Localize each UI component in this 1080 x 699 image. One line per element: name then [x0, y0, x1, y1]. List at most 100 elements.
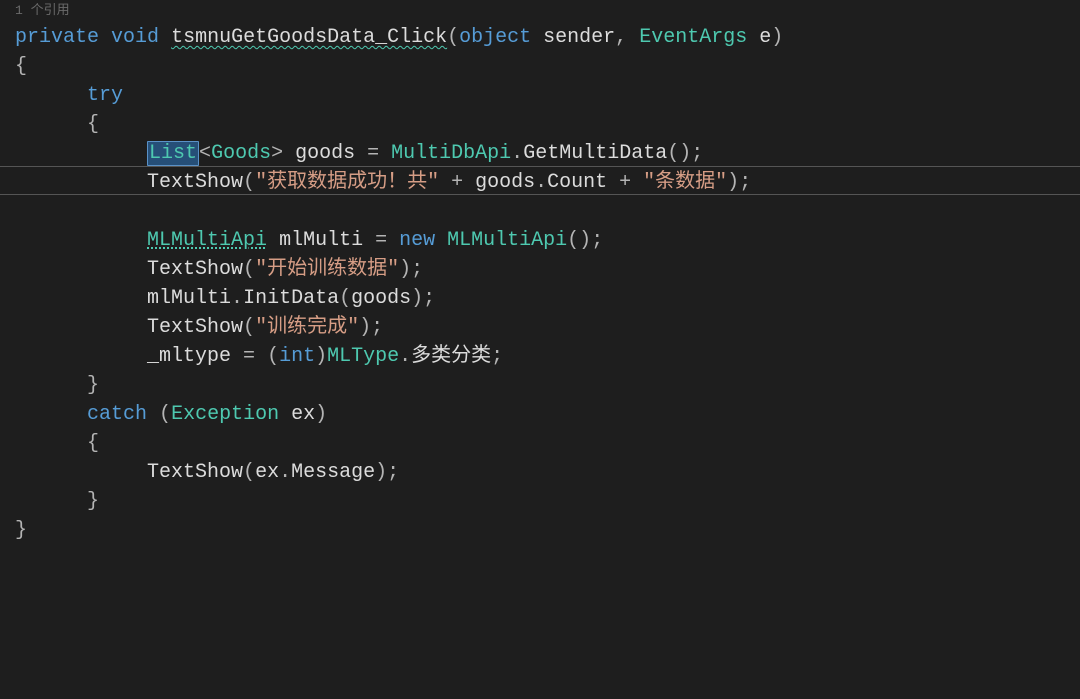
keyword-object: object	[459, 26, 531, 49]
var-mlmulti: mlMulti	[279, 229, 363, 252]
var-mlmulti: mlMulti	[147, 287, 231, 310]
keyword-int: int	[279, 345, 315, 368]
type-goods: Goods	[211, 142, 271, 165]
lt: <	[199, 142, 211, 165]
code-line[interactable]: mlMulti.InitData(goods);	[15, 284, 1080, 313]
keyword-try: try	[87, 84, 123, 107]
string-literal: "获取数据成功！共"	[255, 171, 439, 194]
equals: =	[363, 229, 399, 252]
param-e: e	[759, 26, 771, 49]
code-line[interactable]: _mltype = (int)MLType.多类分类;	[15, 342, 1080, 371]
code-line[interactable]: {	[15, 52, 1080, 81]
code-line[interactable]: TextShow(ex.Message);	[15, 458, 1080, 487]
semi: ;	[491, 345, 503, 368]
paren-open: (	[243, 171, 255, 194]
type-multidbapi: MultiDbApi	[391, 142, 511, 165]
semi: ;	[387, 461, 399, 484]
paren-close: )	[315, 345, 327, 368]
method-initdata: InitData	[243, 287, 339, 310]
parens: ()	[667, 142, 691, 165]
brace-open: {	[15, 55, 27, 78]
keyword-void: void	[111, 26, 159, 49]
keyword-catch: catch	[87, 403, 147, 426]
semi: ;	[423, 287, 435, 310]
method-textshow: TextShow	[147, 171, 243, 194]
paren-close: )	[315, 403, 327, 426]
keyword-private: private	[15, 26, 99, 49]
semi: ;	[371, 316, 383, 339]
prop-message: Message	[291, 461, 375, 484]
var-goods: goods	[475, 171, 535, 194]
semi: ;	[591, 229, 603, 252]
var-goods: goods	[295, 142, 355, 165]
paren-open: (	[243, 461, 255, 484]
type-list: List	[149, 142, 197, 165]
method-textshow: TextShow	[147, 461, 243, 484]
parens: ()	[567, 229, 591, 252]
paren-close: )	[771, 26, 783, 49]
code-editor[interactable]: private void tsmnuGetGoodsData_Click(obj…	[0, 21, 1080, 545]
code-line[interactable]: {	[15, 429, 1080, 458]
code-line[interactable]: TextShow("开始训练数据");	[15, 255, 1080, 284]
semi: ;	[411, 258, 423, 281]
keyword-new: new	[399, 229, 435, 252]
type-mltype: MLType	[327, 345, 399, 368]
type-mlmultiapi: MLMultiApi	[447, 229, 567, 252]
paren-open: (	[243, 316, 255, 339]
dot: .	[399, 345, 411, 368]
code-line[interactable]: MLMultiApi mlMulti = new MLMultiApi();	[15, 226, 1080, 255]
method-name: tsmnuGetGoodsData_Click	[171, 26, 447, 49]
prop-count: Count	[547, 171, 607, 194]
plus: +	[439, 171, 475, 194]
paren-open: (	[159, 403, 171, 426]
string-literal: "开始训练数据"	[255, 258, 399, 281]
paren-open: (	[447, 26, 459, 49]
code-line[interactable]: catch (Exception ex)	[15, 400, 1080, 429]
plus: +	[607, 171, 643, 194]
equals: =	[355, 142, 391, 165]
dot: .	[535, 171, 547, 194]
code-line[interactable]: }	[15, 487, 1080, 516]
semi: ;	[739, 171, 751, 194]
code-line[interactable]: TextShow("训练完成");	[15, 313, 1080, 342]
brace-close: }	[87, 374, 99, 397]
paren-close: )	[399, 258, 411, 281]
code-line[interactable]: }	[15, 516, 1080, 545]
type-mlmultiapi: MLMultiApi	[147, 229, 267, 252]
code-line[interactable]: private void tsmnuGetGoodsData_Click(obj…	[15, 23, 1080, 52]
method-textshow: TextShow	[147, 258, 243, 281]
code-line[interactable]	[15, 197, 1080, 226]
var-mltype: _mltype	[147, 345, 231, 368]
semi: ;	[691, 142, 703, 165]
selected-word[interactable]: List	[147, 141, 199, 166]
brace-open: {	[87, 113, 99, 136]
paren-open: (	[243, 258, 255, 281]
code-line[interactable]: {	[15, 110, 1080, 139]
method-getmultidata: GetMultiData	[523, 142, 667, 165]
string-literal: "训练完成"	[255, 316, 359, 339]
paren-close: )	[411, 287, 423, 310]
param-ex: ex	[291, 403, 315, 426]
dot: .	[511, 142, 523, 165]
method-textshow: TextShow	[147, 316, 243, 339]
code-line[interactable]: }	[15, 371, 1080, 400]
brace-close: }	[15, 519, 27, 542]
codelens-refs[interactable]: 1 个引用	[0, 0, 1080, 21]
code-line[interactable]: List<Goods> goods = MultiDbApi.GetMultiD…	[15, 139, 1080, 168]
paren-close: )	[727, 171, 739, 194]
paren-open: (	[267, 345, 279, 368]
paren-close: )	[375, 461, 387, 484]
gt: >	[271, 142, 283, 165]
string-literal: "条数据"	[643, 171, 727, 194]
var-goods: goods	[351, 287, 411, 310]
param-sender: sender	[543, 26, 615, 49]
comma: ,	[615, 26, 639, 49]
code-line[interactable]: TextShow("获取数据成功！共" + goods.Count + "条数据…	[15, 168, 1080, 197]
paren-open: (	[339, 287, 351, 310]
enum-value: 多类分类	[411, 345, 491, 368]
code-line[interactable]: try	[15, 81, 1080, 110]
equals: =	[231, 345, 267, 368]
dot: .	[279, 461, 291, 484]
dot: .	[231, 287, 243, 310]
param-ex: ex	[255, 461, 279, 484]
